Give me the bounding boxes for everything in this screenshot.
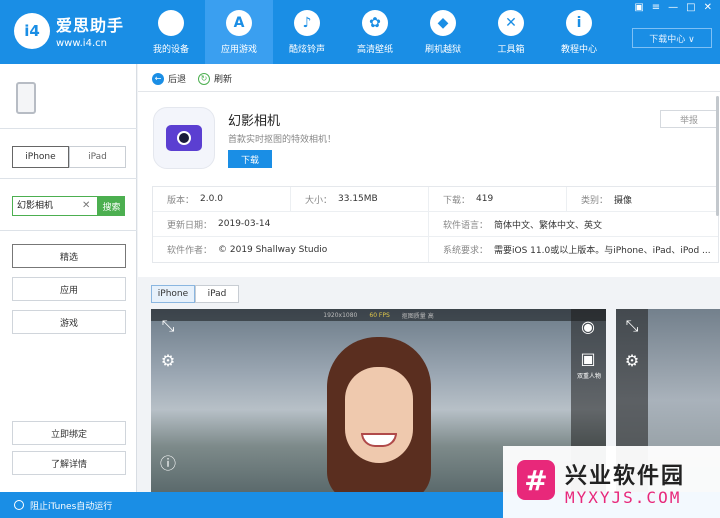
portrait-photo [327, 337, 431, 492]
divider [0, 128, 137, 129]
app-icon [153, 107, 215, 169]
nav-tutorials[interactable]: i 教程中心 [545, 0, 613, 64]
skin-icon[interactable]: ▣ [634, 2, 643, 13]
screenshot-tab-ipad[interactable]: iPad [195, 285, 239, 303]
menu-games[interactable]: 游戏 [12, 310, 126, 334]
info-row: 软件作者： © 2019 Shallway Studio 系统要求： 需要iOS 1… [153, 237, 718, 262]
close-icon[interactable]: ✕ [704, 2, 712, 13]
menu-apps[interactable]: 应用 [12, 277, 126, 301]
top-bar: i4 爱思助手 www.i4.cn 我的设备 A 应用游戏 ♪ 酷炫铃声 ✿ 高… [0, 0, 720, 64]
refresh-icon: ↻ [198, 72, 210, 85]
logo-badge: i4 [14, 12, 50, 49]
scrollbar[interactable] [716, 96, 719, 216]
collapse-icon: ⤡ [161, 316, 175, 335]
back-button[interactable]: ← 后退 [152, 72, 186, 85]
collapse-icon: ⤡ [625, 316, 639, 335]
nav-flash-jailbreak[interactable]: ◆ 刷机越狱 [409, 0, 477, 64]
watermark-title: 兴业软件园 [565, 464, 686, 489]
menu-icon[interactable]: ≡ [652, 2, 660, 13]
brand-url: www.i4.cn [56, 38, 107, 49]
menu-featured[interactable]: 精选 [12, 244, 126, 268]
gear-icon: ⚙ [624, 350, 640, 370]
report-button[interactable]: 举报 [660, 110, 718, 128]
app-store-icon: A [226, 10, 252, 36]
screenshot-tab-iphone[interactable]: iPhone [151, 285, 195, 303]
language-value: 简体中文、繁体中文、英文 [494, 220, 603, 231]
back-arrow-icon: ← [152, 72, 164, 85]
toolbar: ← 后退 ↻ 刷新 [138, 64, 720, 92]
watermark-url: MYXYJS.COM [565, 488, 682, 507]
itunes-block-toggle[interactable]: 阻止iTunes自动运行 [30, 499, 112, 512]
app-detail-panel: 幻影相机 首款实时抠图的特效相机！ 下载 举报 版本： 2.0.0 大小： 33.1… [138, 92, 720, 277]
maximize-icon[interactable]: □ [686, 2, 695, 13]
window-controls: ▣ ≡ — □ ✕ [634, 2, 712, 13]
gear-icon: ⚙ [160, 350, 176, 370]
info-row: 版本： 2.0.0 大小： 33.15MB 下载： 419 类别： 摄像 [153, 187, 718, 212]
clear-icon[interactable]: ✕ [82, 200, 90, 211]
app-description: 首款实时抠图的特效相机！ [228, 135, 337, 145]
phone-icon [16, 82, 36, 114]
tools-icon: ✕ [498, 10, 524, 36]
watermark-logo-icon: # [517, 460, 555, 500]
sidebar: iPhone iPad 幻影相机 ✕ 搜索 精选 应用 游戏 立即绑定 了解详情 [0, 64, 137, 492]
info-icon: i [566, 10, 592, 36]
search-button[interactable]: 搜索 [98, 196, 125, 216]
downloads-value: 419 [476, 194, 494, 204]
camera-status-bar: 1920x1080 60 FPS 抠图质量 高 [151, 309, 606, 321]
app-name: 幻影相机 [228, 114, 281, 129]
camera-switch-icon: ◉ [581, 316, 595, 336]
apple-icon [158, 10, 184, 36]
minimize-icon[interactable]: — [668, 2, 678, 13]
watermark: # 兴业软件园 MYXYJS.COM [503, 446, 720, 518]
info-icon: ⓘ [159, 454, 176, 473]
device-tab-iphone[interactable]: iPhone [12, 146, 69, 168]
bind-now-button[interactable]: 立即绑定 [12, 421, 126, 445]
device-toggle: iPhone iPad [12, 146, 126, 168]
updated-value: 2019-03-14 [218, 219, 271, 229]
download-center-button[interactable]: 下载中心 ∨ [632, 28, 712, 48]
author-value: © 2019 Shallway Studio [218, 244, 328, 255]
nav-apps-games[interactable]: A 应用游戏 [205, 0, 273, 64]
box-icon: ◆ [430, 10, 456, 36]
size-value: 33.15MB [338, 194, 378, 204]
version-value: 2.0.0 [200, 194, 223, 204]
radio-icon[interactable] [14, 500, 24, 510]
info-row: 更新日期： 2019-03-14 软件语言： 简体中文、繁体中文、英文 [153, 212, 718, 237]
logo[interactable]: i4 爱思助手 www.i4.cn [14, 12, 124, 49]
brand-name: 爱思助手 [56, 16, 125, 35]
flower-icon: ✿ [362, 10, 388, 36]
learn-more-button[interactable]: 了解详情 [12, 451, 126, 475]
requirements-value: 需要iOS 11.0或以上版本。与iPhone、iPad、iPod ... [494, 246, 711, 256]
nav-my-device[interactable]: 我的设备 [137, 0, 205, 64]
nav-wallpapers[interactable]: ✿ 高清壁纸 [341, 0, 409, 64]
bell-icon: ♪ [294, 10, 320, 36]
camera-icon [166, 125, 202, 151]
divider [0, 230, 137, 231]
divider [0, 178, 137, 179]
refresh-button[interactable]: ↻ 刷新 [198, 72, 232, 85]
category-value: 摄像 [614, 195, 633, 206]
nav-ringtones[interactable]: ♪ 酷炫铃声 [273, 0, 341, 64]
device-tab-ipad[interactable]: iPad [69, 146, 126, 168]
main-nav: 我的设备 A 应用游戏 ♪ 酷炫铃声 ✿ 高清壁纸 ◆ 刷机越狱 ✕ 工具箱 i… [137, 0, 613, 64]
app-info-table: 版本： 2.0.0 大小： 33.15MB 下载： 419 类别： 摄像 更新日期： 20… [152, 186, 719, 263]
nav-toolbox[interactable]: ✕ 工具箱 [477, 0, 545, 64]
person-icon: ▣ [580, 348, 596, 368]
download-button[interactable]: 下载 [228, 150, 272, 168]
portrait-label: 双重人物 [576, 373, 601, 380]
